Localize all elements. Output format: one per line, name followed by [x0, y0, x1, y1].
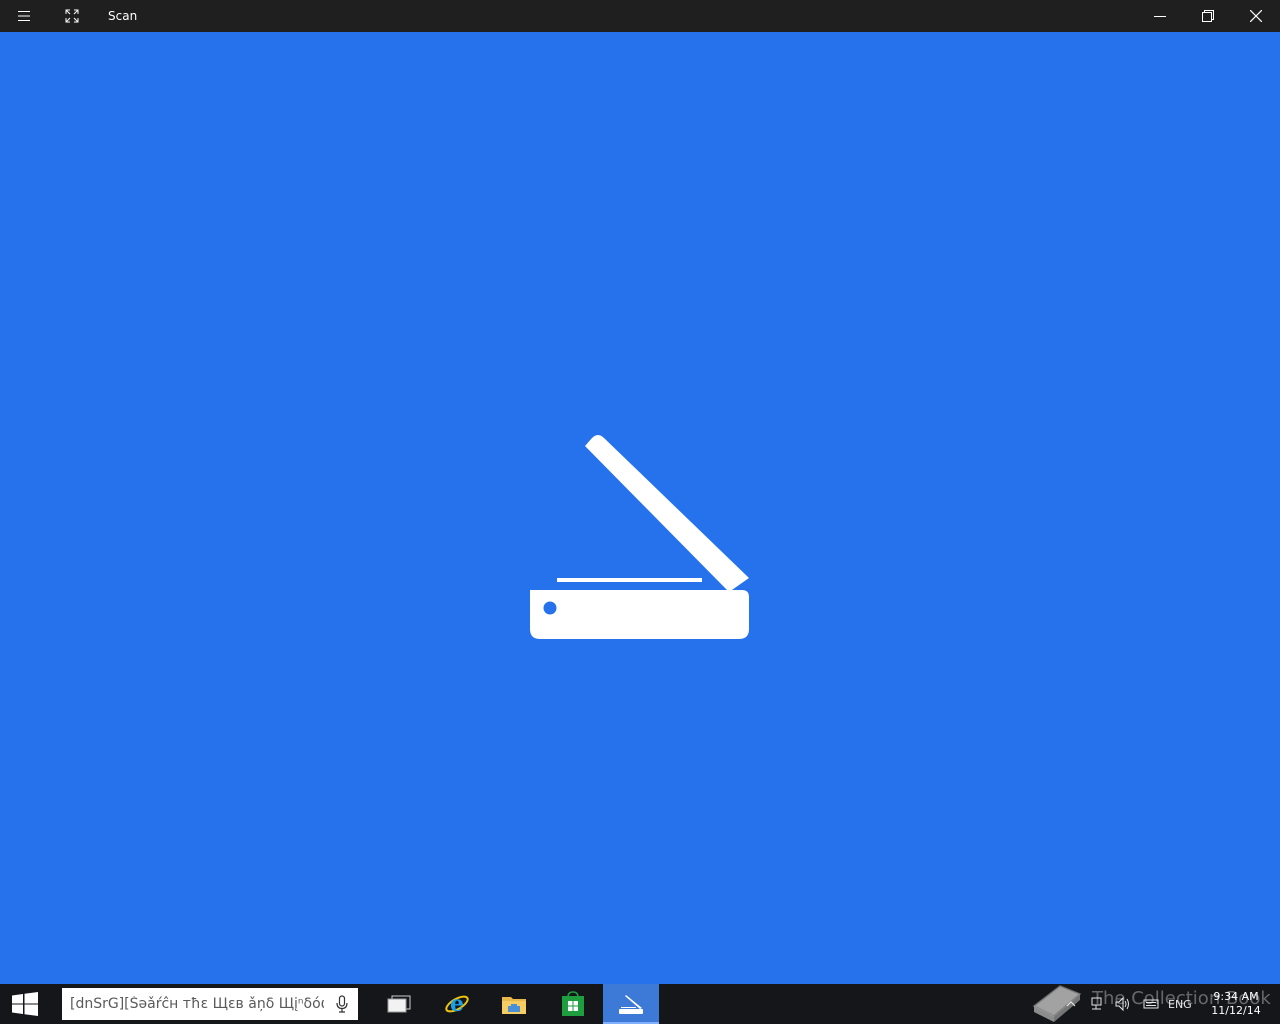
windows-logo-icon — [12, 992, 38, 1016]
minimize-button[interactable] — [1136, 0, 1184, 32]
restore-button[interactable] — [1184, 0, 1232, 32]
title-bar: Scan — [0, 0, 1280, 32]
clock-time: 9:34 AM — [1213, 990, 1259, 1003]
hamburger-icon — [18, 11, 30, 21]
store-button[interactable] — [545, 984, 601, 1024]
expand-icon — [65, 9, 79, 23]
task-view-icon — [387, 995, 411, 1013]
file-explorer-button[interactable] — [486, 984, 542, 1024]
internet-explorer-icon: e — [445, 991, 469, 1017]
close-icon — [1250, 10, 1262, 22]
search-placeholder: [dnSrG][Šəǎŕĉн тħε Щεв ǎņδ Щįⁿδóωŝ — [70, 996, 324, 1012]
window-title: Scan — [108, 9, 138, 23]
show-hidden-icons-button[interactable] — [1066, 984, 1076, 1024]
volume-tray-button[interactable] — [1114, 984, 1132, 1024]
svg-text:e: e — [450, 991, 464, 1017]
speaker-icon — [1115, 996, 1129, 1012]
file-explorer-icon — [502, 997, 526, 1014]
scan-taskbar-button[interactable] — [603, 984, 659, 1024]
internet-explorer-button[interactable]: e — [429, 984, 485, 1024]
microphone-icon[interactable] — [336, 995, 348, 1013]
keyboard-tray-button[interactable] — [1143, 984, 1159, 1024]
scanner-icon — [530, 435, 749, 639]
scan-app-icon — [619, 995, 643, 1014]
close-button[interactable] — [1232, 0, 1280, 32]
store-icon — [562, 991, 584, 1016]
network-tray-button[interactable] — [1090, 984, 1106, 1024]
search-input[interactable]: [dnSrG][Šəǎŕĉн тħε Щεв ǎņδ Щįⁿδóωŝ — [62, 988, 358, 1020]
app-splash — [0, 32, 1280, 984]
chevron-up-icon — [1066, 1001, 1076, 1007]
full-screen-button[interactable] — [48, 0, 96, 32]
hamburger-menu-button[interactable] — [0, 0, 48, 32]
clock-date: 11/12/14 — [1211, 1004, 1261, 1017]
taskbar: [dnSrG][Šəǎŕĉн тħε Щεв ǎņδ Щįⁿδóωŝ e The… — [0, 984, 1280, 1024]
network-icon — [1091, 997, 1102, 1010]
task-view-button[interactable] — [371, 984, 427, 1024]
restore-icon — [1202, 10, 1214, 22]
start-button[interactable] — [0, 984, 50, 1024]
clock[interactable]: 9:34 AM 11/12/14 — [1208, 990, 1264, 1018]
minimize-icon — [1154, 16, 1166, 17]
language-indicator[interactable]: ENG — [1168, 984, 1192, 1024]
keyboard-icon — [1143, 999, 1159, 1009]
